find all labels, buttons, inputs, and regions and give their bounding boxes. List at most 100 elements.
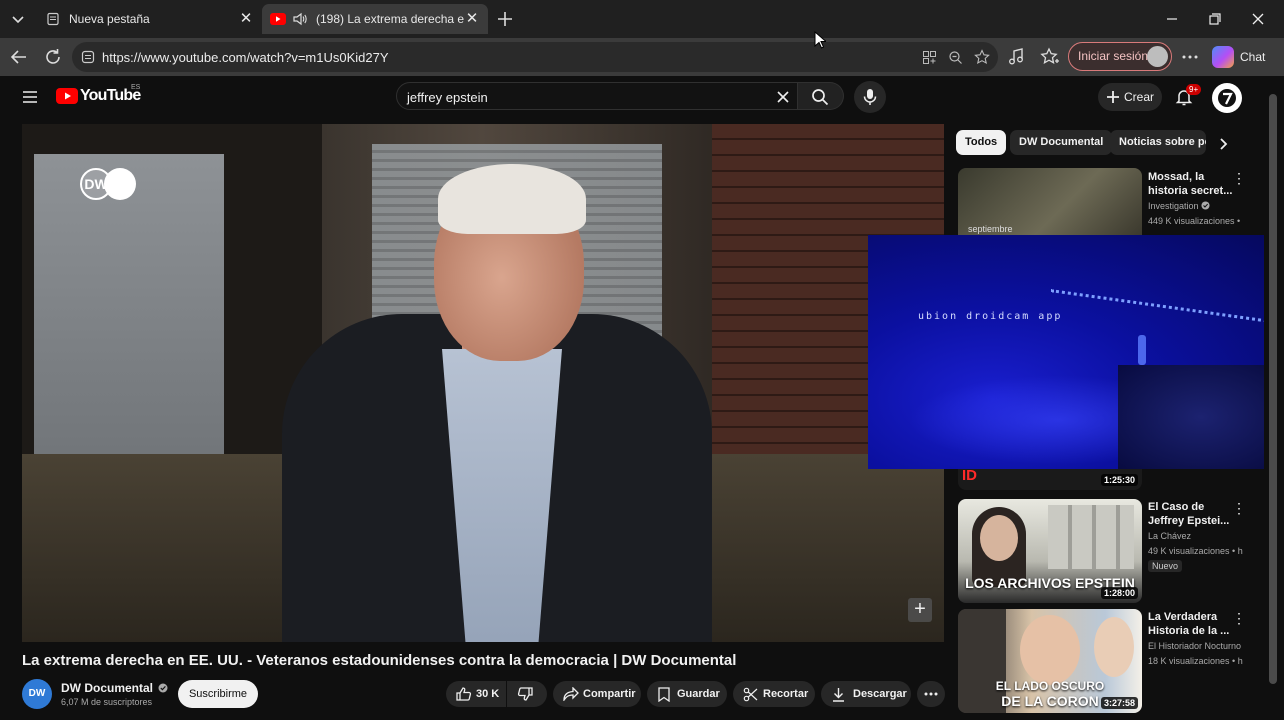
verified-check-icon: [158, 683, 168, 693]
save-label: Guardar: [677, 688, 720, 700]
channel-avatar[interactable]: DW: [22, 679, 52, 709]
close-tab-icon[interactable]: ✕: [238, 11, 254, 27]
clear-search-icon[interactable]: [775, 89, 791, 105]
search-button[interactable]: [798, 82, 844, 110]
tab-new-tab[interactable]: Nueva pestaña ✕: [36, 4, 262, 34]
youtube-header: YouTube ES jeffrey epstein Crear 9+: [0, 76, 1262, 118]
sidebar-video-thumbnail[interactable]: LOS ARCHIVOS EPSTEIN 1:28:00: [958, 499, 1142, 603]
favorites-button[interactable]: [1040, 47, 1060, 67]
more-actions-button[interactable]: [917, 681, 945, 707]
restore-button[interactable]: [1202, 8, 1226, 30]
sidebar-video-channel[interactable]: El Historiador Nocturno: [1148, 641, 1241, 651]
tab-title: Nueva pestaña: [69, 12, 150, 26]
chip-dw-documental[interactable]: DW Documental: [1010, 130, 1113, 155]
bookmark-icon: [658, 687, 670, 702]
add-to-queue-button[interactable]: +: [908, 598, 932, 622]
youtube-icon: [56, 88, 78, 104]
reload-button[interactable]: [42, 46, 64, 68]
share-button[interactable]: Compartir: [553, 681, 641, 707]
video-title: La extrema derecha en EE. UU. - Veterano…: [22, 652, 737, 669]
dw-watermark-logo: DW: [80, 168, 138, 200]
chat-label: Chat: [1240, 50, 1266, 64]
sidebar-video-channel[interactable]: La Chávez: [1148, 531, 1191, 541]
close-window-button[interactable]: [1246, 8, 1270, 30]
chevron-right-icon: [1220, 138, 1228, 150]
thumbs-up-icon: [456, 687, 472, 701]
create-button[interactable]: Crear: [1098, 83, 1162, 111]
scrollbar-thumb[interactable]: [1269, 94, 1277, 684]
favorite-star-icon[interactable]: [974, 49, 990, 65]
verified-check-icon: [1201, 201, 1210, 210]
page-scrollbar[interactable]: [1264, 76, 1284, 720]
sidebar-video-meta: 18 K visualizaciones • h: [1148, 656, 1243, 666]
sidebar-video-title[interactable]: La Verdadera Historia de la ...: [1148, 610, 1234, 638]
restore-icon: [1209, 13, 1221, 25]
video-duration: 1:28:00: [1100, 587, 1138, 599]
thumbnail-face: [1094, 617, 1134, 677]
create-label: Crear: [1124, 90, 1155, 104]
plus-icon: [1107, 91, 1119, 103]
microphone-icon: [863, 89, 877, 105]
id-logo: ID: [962, 467, 977, 484]
video-background-window: [34, 154, 224, 484]
sidebar-video-thumbnail[interactable]: EL LADO OSCURO DE LA CORON 3:27:58: [958, 609, 1142, 713]
like-button[interactable]: 30 K: [446, 681, 506, 707]
subscriber-count: 6,07 M de suscriptores: [61, 697, 153, 707]
thumbnail-face: [1020, 615, 1080, 685]
address-bar[interactable]: https://www.youtube.com/watch?v=m1Us0Kid…: [72, 42, 998, 72]
channel-name[interactable]: DW Documental: [61, 681, 168, 695]
voice-search-button[interactable]: [854, 81, 886, 113]
youtube-icon: [270, 13, 286, 25]
chips-next-button[interactable]: [1214, 135, 1232, 153]
more-horizontal-icon: [924, 692, 938, 696]
arrow-left-icon: [10, 50, 26, 64]
reload-icon: [46, 49, 60, 64]
media-control-button[interactable]: [1006, 47, 1026, 67]
thumbnail-face: [980, 515, 1018, 561]
minimize-button[interactable]: [1160, 8, 1184, 30]
speaker-hair: [438, 164, 586, 234]
sidebar-video-meta: 49 K visualizaciones • h: [1148, 546, 1243, 556]
new-badge: Nuevo: [1148, 560, 1183, 572]
speaker-icon[interactable]: [292, 12, 308, 26]
thumbnail-caption: septiembre: [968, 224, 1013, 234]
share-arrow-icon: [563, 687, 579, 701]
overlay-led-strip: [1047, 289, 1279, 351]
search-query: jeffrey epstein: [407, 90, 488, 105]
sidebar-video-title[interactable]: El Caso de Jeffrey Epstei...: [1148, 500, 1234, 528]
zoom-icon[interactable]: [948, 50, 963, 65]
share-label: Compartir: [583, 688, 636, 700]
tab-actions-menu-button[interactable]: [7, 8, 29, 30]
copilot-chat-button[interactable]: Chat: [1212, 44, 1265, 70]
settings-more-button[interactable]: [1180, 47, 1200, 67]
dislike-button[interactable]: [507, 681, 547, 707]
sidebar-video-title[interactable]: Mossad, la historia secret...: [1148, 170, 1234, 198]
sidebar-video-meta: 449 K visualizaciones •: [1148, 216, 1241, 226]
hamburger-menu-icon: [23, 91, 37, 103]
guide-menu-button[interactable]: [20, 87, 40, 107]
app-available-icon[interactable]: [922, 50, 937, 65]
video-player[interactable]: DW +: [22, 124, 944, 642]
clip-button[interactable]: Recortar: [733, 681, 815, 707]
sidebar-video-menu-button[interactable]: ⋮: [1232, 610, 1246, 626]
site-info-icon[interactable]: [81, 50, 95, 64]
sidebar-video-menu-button[interactable]: ⋮: [1232, 500, 1246, 516]
save-button[interactable]: Guardar: [647, 681, 727, 707]
new-tab-button[interactable]: [494, 8, 516, 30]
more-horizontal-icon: [1182, 55, 1198, 59]
signin-button[interactable]: Iniciar sesión: [1068, 42, 1172, 71]
close-tab-icon[interactable]: ✕: [464, 11, 480, 27]
chevron-down-icon: [12, 16, 24, 24]
tab-youtube-video[interactable]: (198) La extrema derecha en E ✕: [262, 4, 488, 34]
chip-all[interactable]: Todos: [956, 130, 1007, 155]
back-button[interactable]: [8, 46, 30, 68]
chip-news[interactable]: Noticias sobre po: [1110, 130, 1206, 155]
subscribe-button[interactable]: Suscribirme: [178, 680, 258, 708]
search-input[interactable]: jeffrey epstein: [396, 82, 798, 110]
sidebar-video-menu-button[interactable]: ⋮: [1232, 170, 1246, 186]
sidebar-video-channel[interactable]: Investigation: [1148, 201, 1210, 211]
account-avatar-button[interactable]: [1212, 83, 1242, 113]
plus-icon: [498, 12, 512, 26]
mouse-cursor-icon: [814, 31, 826, 49]
download-button[interactable]: Descargar: [821, 681, 911, 707]
